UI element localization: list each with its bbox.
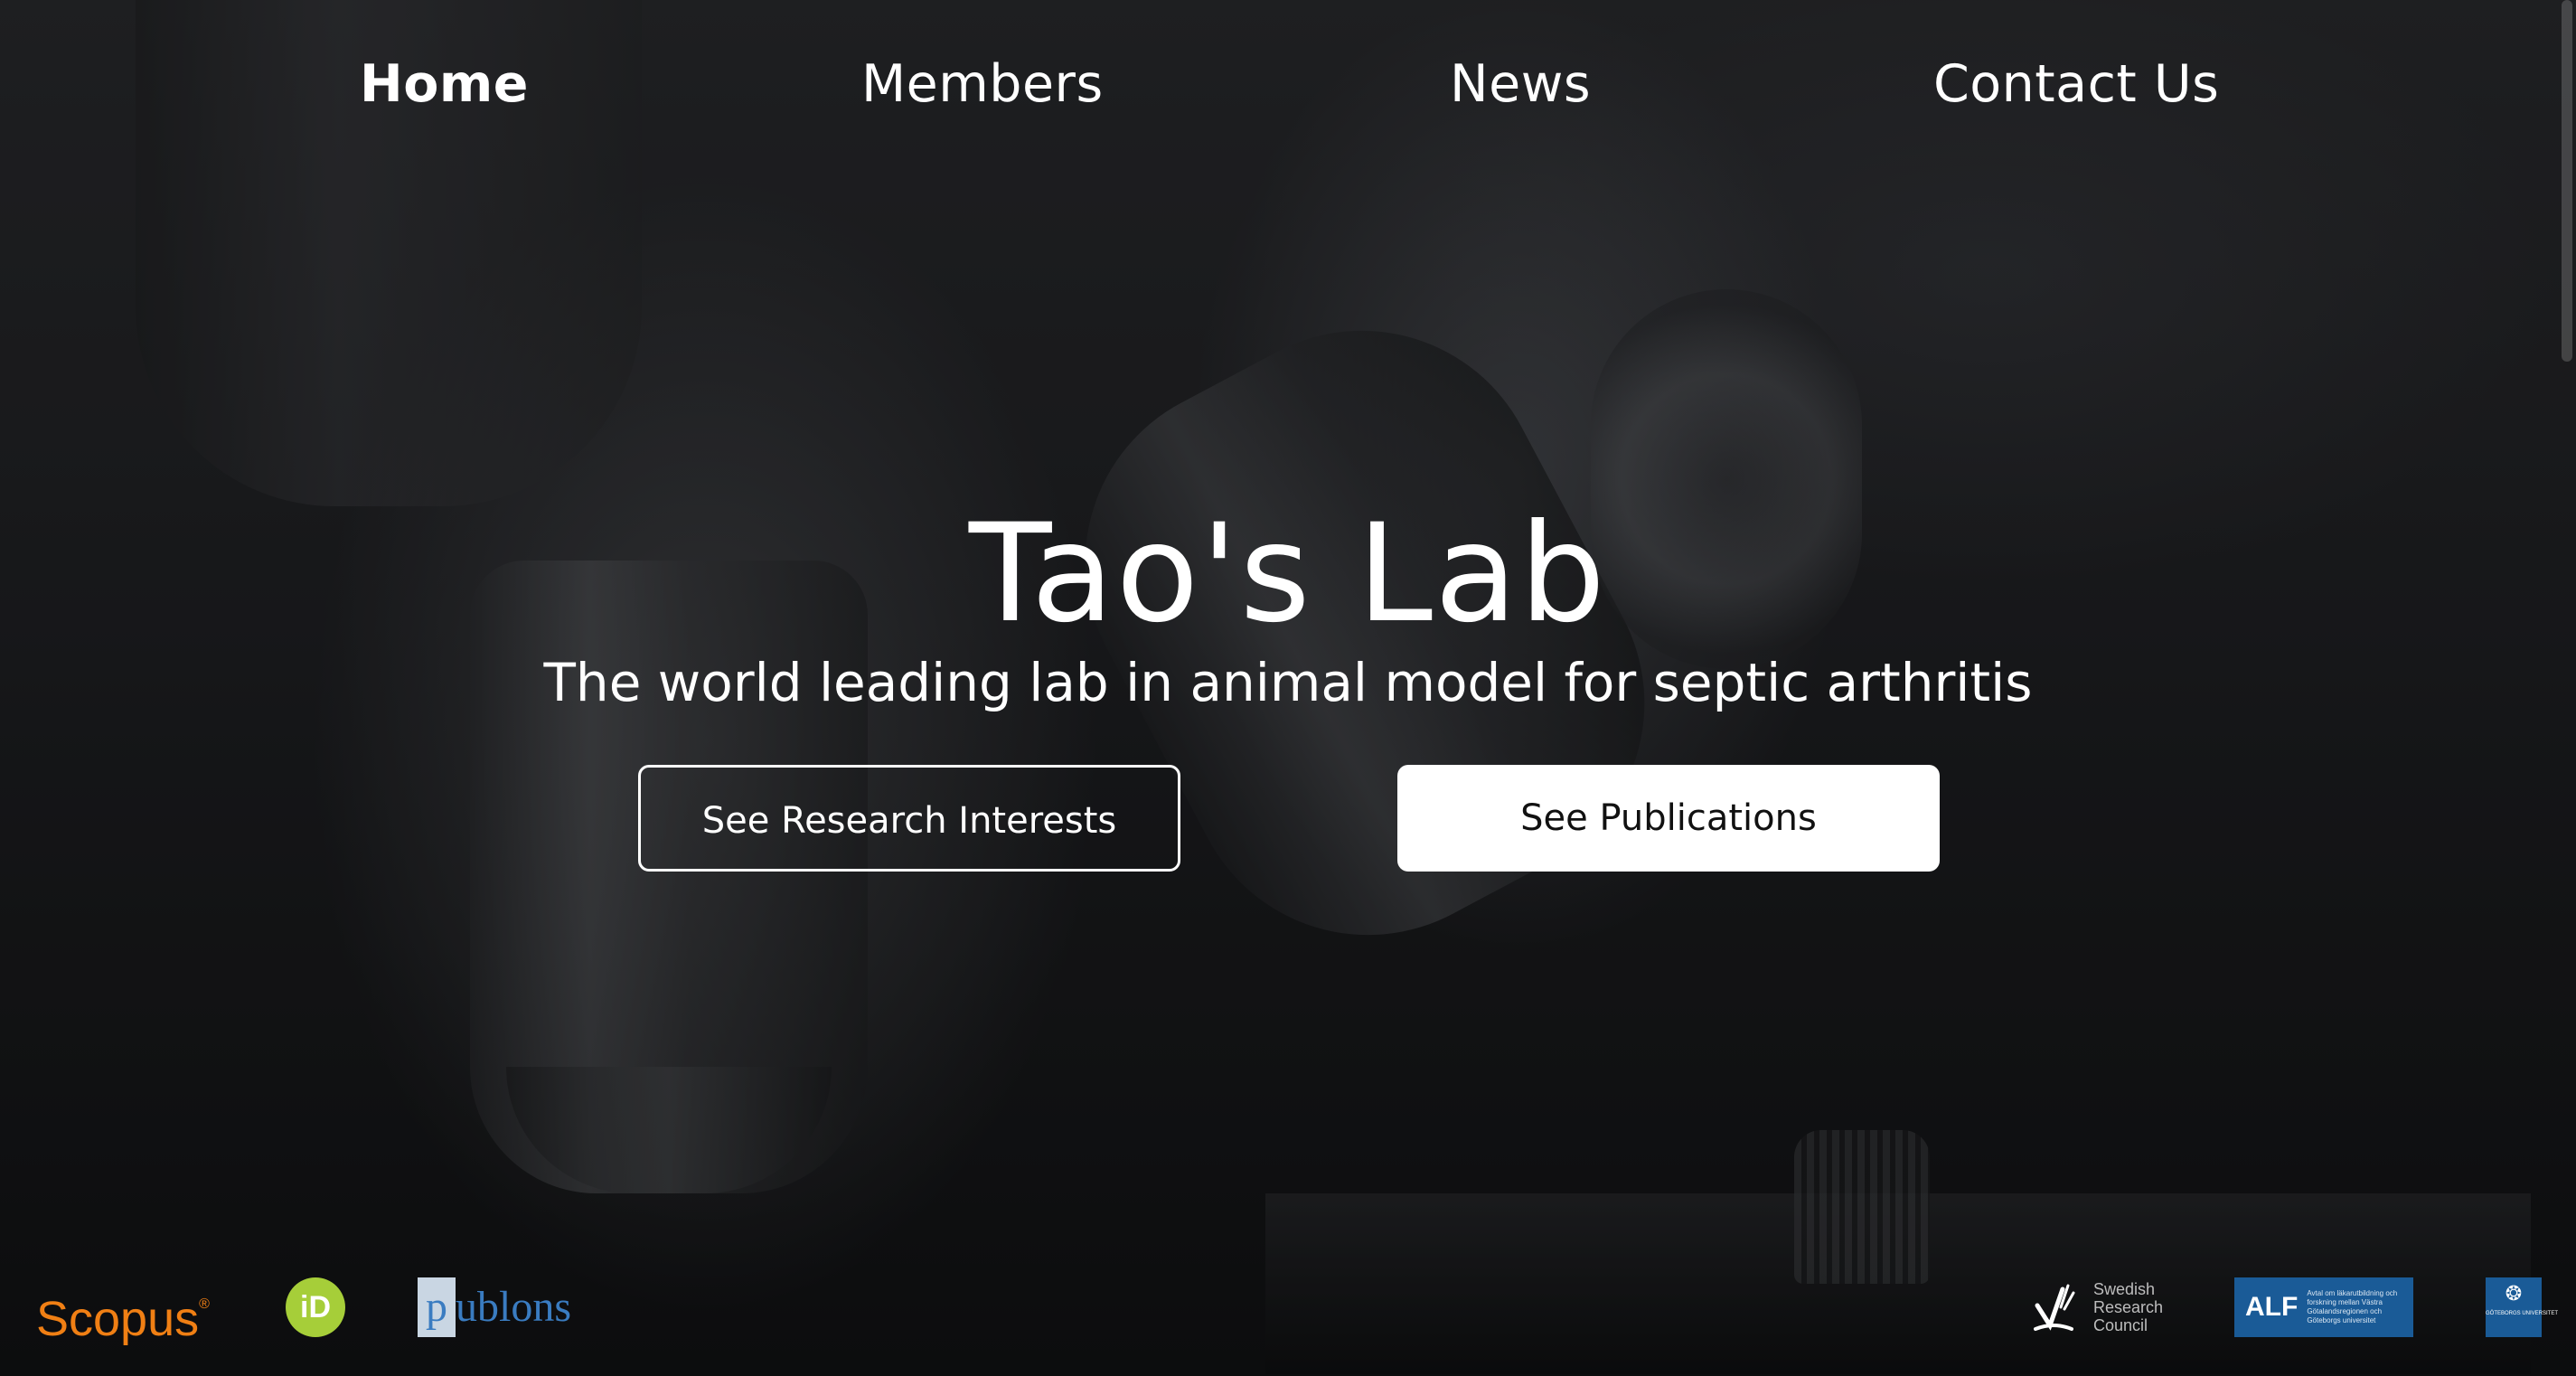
scopus-registered-mark: ®	[199, 1296, 210, 1312]
nav-item-contact-us[interactable]: Contact Us	[1933, 43, 2219, 125]
publons-logo-initial: p	[418, 1277, 456, 1337]
swedish-research-council-logo[interactable]: Swedish Research Council	[2032, 1275, 2163, 1340]
nav-item-home[interactable]: Home	[360, 43, 529, 125]
page: Home Members News Contact Us Tao's Lab T…	[0, 0, 2576, 1376]
nav-item-news[interactable]: News	[1450, 43, 1591, 125]
vr-line-2: Research	[2093, 1298, 2164, 1316]
swedish-research-council-icon	[2034, 1284, 2075, 1331]
see-research-interests-button[interactable]: See Research Interests	[638, 765, 1180, 872]
publons-logo[interactable]: p ublons	[418, 1277, 571, 1337]
scopus-logo-text: Scopus	[36, 1292, 200, 1346]
orcid-logo[interactable]: iD	[286, 1277, 345, 1337]
hero-subtitle: The world leading lab in animal model fo…	[543, 652, 2033, 713]
nav-item-members[interactable]: Members	[861, 43, 1104, 125]
see-publications-button[interactable]: See Publications	[1397, 765, 1940, 872]
alf-logo-text: ALF	[2245, 1292, 2299, 1322]
alf-logo[interactable]: ALF Avtal om läkarutbildning och forskni…	[2234, 1277, 2413, 1337]
swedish-research-council-text: Swedish Research Council	[2093, 1280, 2163, 1334]
gothenburg-university-logo[interactable]: ❂ GÖTEBORGS UNIVERSITET	[2486, 1277, 2559, 1337]
alf-logo-subtext: Avtal om läkarutbildning och forskning m…	[2307, 1289, 2398, 1324]
publons-logo-text: ublons	[456, 1283, 572, 1331]
vr-line-3: Council	[2093, 1316, 2148, 1334]
hero-title: Tao's Lab	[968, 495, 1608, 653]
university-seal-icon: ❂	[2505, 1282, 2523, 1305]
scopus-logo[interactable]: Scopus®	[36, 1273, 210, 1351]
gothenburg-university-text: GÖTEBORGS UNIVERSITET	[2486, 1311, 2559, 1316]
page-scrollbar[interactable]	[2562, 0, 2572, 362]
vr-line-1: Swedish	[2093, 1280, 2156, 1298]
main-nav: Home Members News Contact Us	[0, 43, 2576, 125]
